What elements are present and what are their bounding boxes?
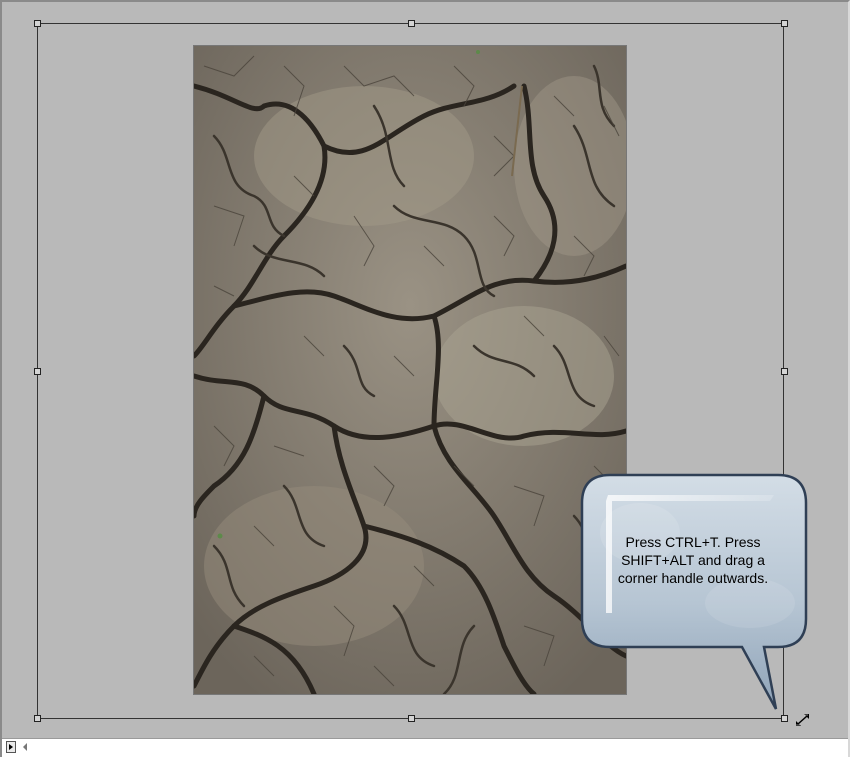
cracked-earth-image[interactable] <box>194 46 626 694</box>
handle-top-right[interactable] <box>781 20 788 27</box>
handle-middle-right[interactable] <box>781 368 788 375</box>
cracked-earth-texture <box>194 46 626 694</box>
status-bar <box>2 738 848 757</box>
callout-bubble-shape <box>580 473 808 710</box>
handle-bottom-left[interactable] <box>34 715 41 722</box>
handle-bottom-right[interactable] <box>781 715 788 722</box>
resize-diagonal-arrow-icon <box>796 714 809 726</box>
handle-top-left[interactable] <box>34 20 41 27</box>
callout-text: Press CTRL+T. Press SHIFT+ALT and drag a… <box>617 534 769 586</box>
instruction-callout: Press CTRL+T. Press SHIFT+ALT and drag a… <box>580 473 808 713</box>
play-triangle-icon[interactable] <box>6 741 16 753</box>
handle-bottom-center[interactable] <box>408 715 415 722</box>
scroll-left-icon[interactable] <box>20 742 30 752</box>
handle-top-center[interactable] <box>408 20 415 27</box>
canvas-area[interactable]: Press CTRL+T. Press SHIFT+ALT and drag a… <box>0 0 850 757</box>
handle-middle-left[interactable] <box>34 368 41 375</box>
